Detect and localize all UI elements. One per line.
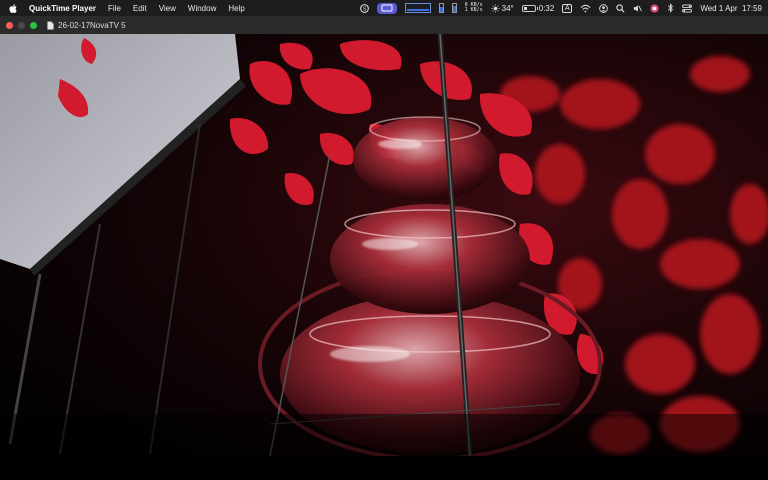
close-button[interactable] [6,21,13,29]
menu-window[interactable]: Window [188,4,216,13]
status-area: S 0 KB/s 1 KB/s 34° 0:32 A Wed 1 Apr 17:… [359,0,762,16]
search-icon[interactable] [616,3,625,13]
menu-app-name[interactable]: QuickTime Player [29,4,96,13]
memory-meter-icon[interactable] [438,3,444,13]
disk-meter-icon[interactable] [451,3,457,13]
video-player[interactable] [0,34,768,456]
screen-mirroring-icon[interactable] [376,2,397,14]
window-title: 26-02-17NovaTV 5 [58,20,126,30]
apple-icon[interactable] [9,3,17,13]
menu-bar: QuickTime Player File Edit View Window H… [0,0,768,16]
weather[interactable]: 34° [491,4,514,13]
menu-edit[interactable]: Edit [133,4,147,13]
mute-icon[interactable] [633,4,643,13]
menu-view[interactable]: View [159,4,176,13]
zoom-button[interactable] [30,21,37,29]
sun-icon [491,3,500,13]
letterbox-bottom [0,456,768,480]
cpu-graph-icon[interactable] [404,3,431,13]
menu-help[interactable]: Help [228,4,244,13]
user-icon[interactable] [599,3,609,13]
document-icon[interactable] [47,21,54,30]
bluetooth-icon[interactable] [667,3,674,13]
clock[interactable]: Wed 1 Apr 17:59 [700,4,762,13]
svg-text:S: S [362,6,366,12]
battery-status[interactable]: 0:32 [521,3,555,13]
app-badge-icon[interactable] [650,3,659,13]
video-frame [0,34,768,456]
minimize-button[interactable] [18,21,25,29]
input-source-icon[interactable]: A [562,3,573,13]
network-speed[interactable]: 0 KB/s 1 KB/s [465,3,483,13]
battery-time: 0:32 [538,3,555,13]
battery-icon [521,4,538,12]
net-down-rate: 1 KB/s [464,7,483,13]
wifi-icon[interactable] [580,4,591,13]
temperature: 34° [501,3,514,13]
skype-icon[interactable]: S [359,3,369,13]
window-title-bar[interactable]: 26-02-17NovaTV 5 [0,16,768,34]
menu-file[interactable]: File [108,4,121,13]
control-center-icon[interactable] [682,3,693,13]
